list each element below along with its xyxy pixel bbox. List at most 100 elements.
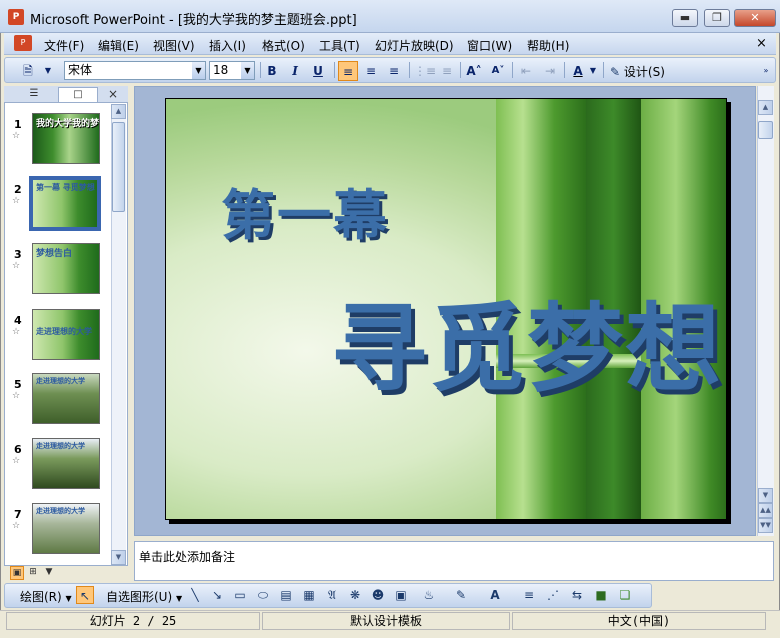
slide-scrollbar[interactable] bbox=[757, 86, 774, 536]
star-icon: ☆ bbox=[12, 196, 21, 206]
scroll-up-icon[interactable]: ▲ bbox=[111, 104, 126, 119]
current-slide[interactable]: 第一幕 寻觅梦想 bbox=[165, 98, 727, 520]
scroll-up-icon[interactable]: ▲ bbox=[758, 100, 773, 115]
align-left-button[interactable]: ≡ bbox=[338, 61, 358, 81]
slide-thumbnail-3[interactable]: 梦想告白 bbox=[32, 243, 100, 294]
increase-indent-button[interactable]: ⇥ bbox=[540, 61, 560, 81]
scroll-thumb[interactable] bbox=[758, 121, 773, 139]
previous-slide-icon[interactable]: ▲▲ bbox=[758, 503, 773, 518]
align-left-icon: ≡ bbox=[342, 65, 354, 79]
menu-window[interactable]: 窗口(W) bbox=[467, 37, 512, 54]
tab-slides[interactable]: □ bbox=[58, 87, 98, 102]
slide-thumbnail-6[interactable]: 走进理想的大学 bbox=[32, 438, 100, 489]
numbered-list-button[interactable]: ⋮≡ bbox=[414, 61, 437, 81]
arrow-icon: ↘ bbox=[211, 588, 223, 602]
slideshow-view-button[interactable]: ▼ bbox=[42, 566, 56, 580]
slide-thumbnail-text: 走进理想的大学 bbox=[36, 507, 85, 515]
menu-tools[interactable]: 工具(T) bbox=[319, 37, 360, 54]
toolbar-overflow-icon[interactable]: » bbox=[760, 61, 772, 81]
slide-sorter-view-button[interactable]: ⊞ bbox=[26, 566, 40, 580]
oval-button[interactable]: ⬭ bbox=[254, 586, 272, 604]
slide-subtitle[interactable]: 寻觅梦想 bbox=[331, 271, 723, 410]
shadow-style-button[interactable]: ■ bbox=[592, 586, 610, 604]
font-color-button[interactable]: A bbox=[568, 61, 588, 81]
chevron-down-icon[interactable]: ▼ bbox=[588, 61, 598, 81]
menu-edit[interactable]: 编辑(E) bbox=[98, 37, 139, 54]
close-button[interactable]: ✕ bbox=[734, 9, 776, 27]
new-document-icon[interactable]: 🗎 bbox=[18, 61, 38, 81]
toolbar-separator bbox=[512, 62, 513, 78]
font-name-combo[interactable]: 宋体 ▼ bbox=[64, 61, 206, 80]
vertical-textbox-button[interactable]: ▦ bbox=[300, 586, 318, 604]
menu-help[interactable]: 帮助(H) bbox=[527, 37, 569, 54]
notes-placeholder[interactable]: 单击此处添加备注 bbox=[139, 548, 235, 565]
scroll-down-icon[interactable]: ▼ bbox=[758, 488, 773, 503]
slide-thumbnail-text: 第一幕 寻觅梦想 bbox=[36, 183, 95, 192]
menu-file[interactable]: 文件(F) bbox=[44, 37, 84, 54]
slide-title[interactable]: 第一幕 bbox=[221, 171, 389, 250]
font-color-button[interactable]: A bbox=[486, 586, 504, 604]
3d-style-button[interactable]: ❏ bbox=[616, 586, 634, 604]
increase-font-icon: A˄ bbox=[466, 64, 482, 78]
autoshapes-menu-button[interactable]: 自选图形(U) ▼ bbox=[106, 588, 182, 606]
normal-view-button[interactable]: ▣ bbox=[10, 566, 24, 580]
slide-thumbnail-7[interactable]: 走进理想的大学 bbox=[32, 503, 100, 554]
arrow-button[interactable]: ↘ bbox=[208, 586, 226, 604]
font-size-combo[interactable]: 18 ▼ bbox=[209, 61, 255, 80]
restore-button[interactable]: ❐ bbox=[704, 9, 730, 27]
align-right-button[interactable]: ≡ bbox=[384, 61, 404, 81]
line-button[interactable]: ╲ bbox=[186, 586, 204, 604]
fill-color-button[interactable]: ♨ bbox=[420, 586, 438, 604]
minimize-button[interactable]: ▬ bbox=[672, 9, 698, 27]
scroll-down-icon[interactable]: ▼ bbox=[111, 550, 126, 565]
doc-close-button[interactable]: × bbox=[756, 36, 767, 51]
menu-format[interactable]: 格式(O) bbox=[262, 37, 305, 54]
clipart-button[interactable]: ☻ bbox=[369, 586, 387, 604]
line-style-button[interactable]: ≡ bbox=[520, 586, 538, 604]
bold-button[interactable]: B bbox=[262, 61, 282, 81]
decrease-font-icon: A˅ bbox=[491, 65, 505, 76]
slide-thumbnail-4[interactable]: 走进理想的大学 bbox=[32, 309, 100, 360]
powerpoint-app-icon[interactable]: P bbox=[8, 9, 24, 25]
underline-button[interactable]: U bbox=[308, 61, 328, 81]
status-slide-info: 幻灯片 2 / 25 bbox=[6, 612, 260, 630]
decrease-indent-button[interactable]: ⇤ bbox=[516, 61, 536, 81]
line-color-button[interactable]: ✎ bbox=[452, 586, 470, 604]
align-center-button[interactable]: ≡ bbox=[361, 61, 381, 81]
arrow-style-button[interactable]: ⇆ bbox=[568, 586, 586, 604]
toolbar-options-icon[interactable]: ▼ bbox=[38, 61, 58, 81]
dash-style-button[interactable]: ⋰ bbox=[544, 586, 562, 604]
status-language: 中文(中国) bbox=[512, 612, 766, 630]
textbox-button[interactable]: ▤ bbox=[277, 586, 295, 604]
decrease-font-button[interactable]: A˅ bbox=[488, 61, 508, 81]
diagram-button[interactable]: ❋ bbox=[346, 586, 364, 604]
status-template: 默认设计模板 bbox=[262, 612, 510, 630]
pane-close-button[interactable]: × bbox=[108, 87, 118, 101]
menu-insert[interactable]: 插入(I) bbox=[209, 37, 246, 54]
increase-indent-icon: ⇥ bbox=[544, 64, 556, 78]
picture-button[interactable]: ▣ bbox=[392, 586, 410, 604]
design-button[interactable]: ✎ 设计(S) bbox=[610, 63, 665, 83]
slide-thumbnail-2[interactable]: 第一幕 寻觅梦想 bbox=[29, 176, 101, 231]
tab-outline[interactable]: ☰ bbox=[14, 87, 54, 102]
menu-view[interactable]: 视图(V) bbox=[153, 37, 195, 54]
chevron-down-icon[interactable]: ▼ bbox=[241, 62, 254, 79]
slide-thumbnail-text: 我的大学我的梦 bbox=[36, 119, 100, 129]
scroll-thumb[interactable] bbox=[112, 122, 125, 212]
numbered-list-icon: ⋮≡ bbox=[414, 64, 437, 78]
chevron-down-icon[interactable]: ▼ bbox=[192, 62, 205, 79]
slide-thumbnail-5[interactable]: 走进理想的大学 bbox=[32, 373, 100, 424]
draw-menu-button[interactable]: 绘图(R) ▼ bbox=[20, 588, 72, 606]
italic-button[interactable]: I bbox=[285, 61, 305, 81]
increase-font-button[interactable]: A˄ bbox=[464, 61, 484, 81]
chevron-down-icon: ▼ bbox=[65, 594, 72, 603]
wordart-button[interactable]: 𝔄 bbox=[323, 586, 341, 604]
slide-thumbnail-1[interactable]: 我的大学我的梦 bbox=[32, 113, 100, 164]
select-objects-button[interactable]: ↖ bbox=[76, 586, 94, 604]
document-icon[interactable]: P bbox=[14, 35, 32, 51]
next-slide-icon[interactable]: ▼▼ bbox=[758, 518, 773, 533]
dash-style-icon: ⋰ bbox=[547, 588, 559, 602]
rectangle-button[interactable]: ▭ bbox=[231, 586, 249, 604]
bullet-list-button[interactable]: ≡ bbox=[437, 61, 457, 81]
menu-slideshow[interactable]: 幻灯片放映(D) bbox=[375, 37, 454, 54]
